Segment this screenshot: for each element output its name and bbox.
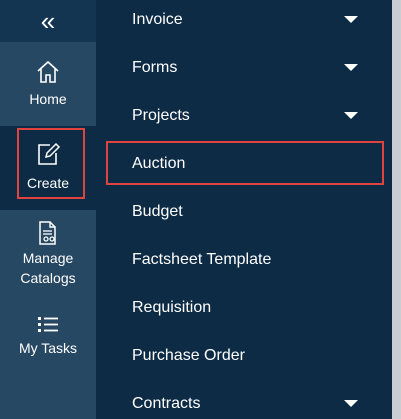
list-icon: [38, 317, 58, 332]
catalog-icon: [39, 221, 56, 245]
menu-item-label: Contracts: [132, 395, 201, 412]
menu-item-label: Forms: [132, 59, 178, 76]
caret-down-icon[interactable]: [344, 112, 358, 119]
create-menu: Invoice Forms Projects Auction Budget Fa…: [96, 0, 389, 419]
menu-item-budget[interactable]: Budget: [132, 197, 382, 227]
menu-item-requisition[interactable]: Requisition: [132, 293, 382, 323]
rail-item-home[interactable]: Home: [0, 55, 96, 125]
menu-item-purchase-order[interactable]: Purchase Order: [132, 341, 382, 371]
home-icon: [37, 60, 59, 83]
scrollbar-thumb[interactable]: [392, 0, 401, 419]
double-chevron-left-icon: «: [40, 6, 56, 36]
menu-item-label: Invoice: [132, 11, 183, 28]
edit-icon: [38, 142, 61, 165]
menu-item-contracts[interactable]: Contracts: [132, 389, 382, 419]
menu-item-label: Factsheet Template: [132, 251, 272, 268]
menu-item-label: Auction: [132, 155, 186, 172]
menu-item-auction[interactable]: Auction: [132, 149, 382, 179]
caret-down-icon[interactable]: [344, 400, 358, 407]
caret-down-icon[interactable]: [344, 16, 358, 23]
caret-down-icon[interactable]: [344, 64, 358, 71]
collapse-sidebar-button[interactable]: «: [0, 0, 96, 42]
rail-item-my-tasks[interactable]: My Tasks: [0, 312, 96, 362]
menu-item-label: Requisition: [132, 299, 212, 316]
rail-item-create[interactable]: Create: [0, 126, 96, 210]
rail-item-label: Manage Catalogs: [20, 250, 76, 286]
rail-item-label: My Tasks: [18, 340, 78, 356]
menu-item-factsheet-template[interactable]: Factsheet Template: [132, 245, 382, 275]
rail-item-label: Create: [26, 175, 70, 191]
rail-item-label: Home: [29, 91, 67, 107]
menu-item-label: Budget: [132, 203, 183, 220]
rail-item-manage-catalogs[interactable]: Manage Catalogs: [0, 216, 96, 296]
menu-item-label: Purchase Order: [132, 347, 245, 364]
menu-item-forms[interactable]: Forms: [132, 53, 382, 83]
menu-item-projects[interactable]: Projects: [132, 101, 382, 131]
menu-item-label: Projects: [132, 107, 190, 124]
left-rail: « Home Create Manage Catalogs My Tasks: [0, 0, 96, 419]
app-window: « Home Create Manage Catalogs My Tasks I…: [0, 0, 401, 419]
menu-item-invoice[interactable]: Invoice: [132, 5, 382, 35]
